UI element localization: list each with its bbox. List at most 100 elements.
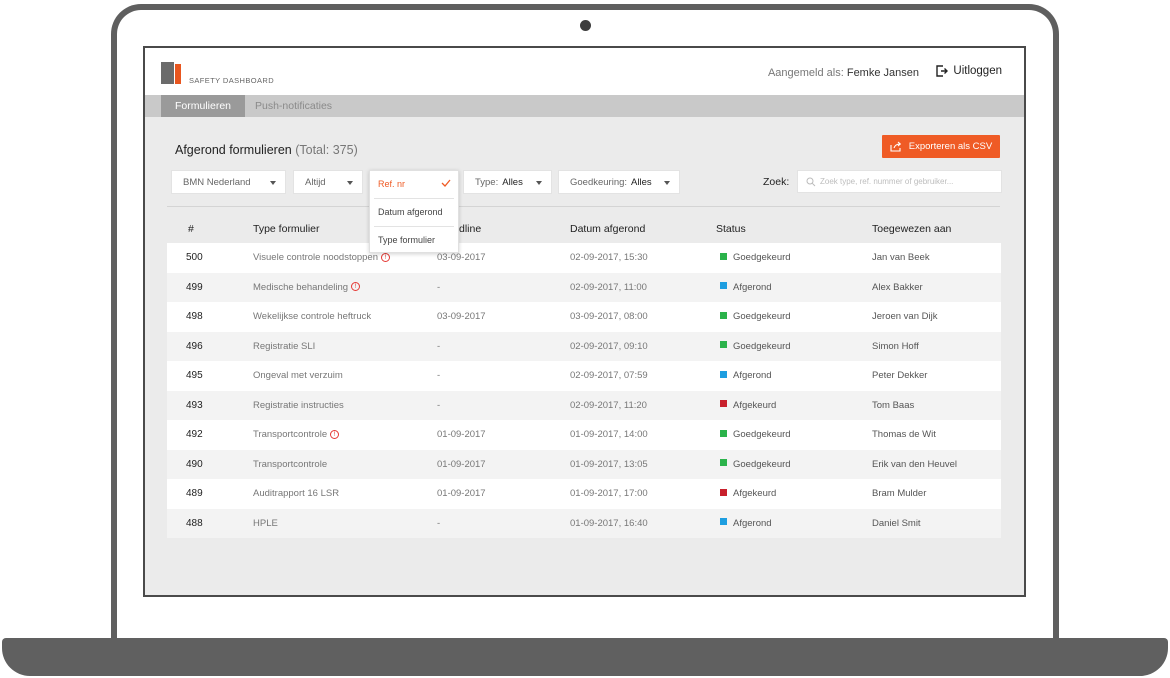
row-deadline: 01-09-2017 xyxy=(437,458,486,470)
approval-filter-label: Goedkeuring: xyxy=(570,176,628,188)
page-title-text: Afgerond formulieren xyxy=(175,143,292,157)
column-header-status[interactable]: Status xyxy=(716,223,746,235)
row-status: Goedgekeurd xyxy=(720,450,791,480)
row-form-type-label: Ongeval met verzuim xyxy=(253,370,343,381)
row-form-type: Auditrapport 16 LSR xyxy=(253,479,339,509)
column-header-completed[interactable]: Datum afgerond xyxy=(570,223,645,235)
row-status: Afgerond xyxy=(720,361,772,391)
row-deadline: - xyxy=(437,281,441,293)
table-row[interactable]: 493 Registratie instructies - 02-09-2017, 1… xyxy=(167,390,1001,420)
row-assignee: Daniel Smit xyxy=(872,517,921,529)
organisation-value: BMN Nederland xyxy=(183,176,251,188)
row-assignee: Erik van den Heuvel xyxy=(872,458,958,470)
row-status: Afgerond xyxy=(720,273,772,303)
logo-text: SAFETY DASHBOARD xyxy=(189,76,275,85)
row-deadline: - xyxy=(437,399,441,411)
status-indicator-icon xyxy=(720,282,727,290)
row-assignee: Simon Hoff xyxy=(872,340,919,352)
filter-divider xyxy=(167,206,1000,207)
period-filter[interactable]: Altijd xyxy=(293,170,363,194)
table-row[interactable]: 495 Ongeval met verzuim - 02-09-2017, 07:59… xyxy=(167,361,1001,391)
row-completed-date: 01-09-2017, 14:00 xyxy=(570,429,648,440)
row-form-type: HPLE xyxy=(253,509,278,539)
tab-formulieren[interactable]: Formulieren xyxy=(161,95,246,117)
column-header-deadline[interactable]: dline xyxy=(459,223,481,235)
row-deadline: 03-09-2017 xyxy=(437,311,486,322)
row-deadline: 01-09-2017 xyxy=(437,429,486,440)
chevron-down-icon xyxy=(347,181,353,185)
row-status-label: Goedgekeurd xyxy=(733,311,791,322)
row-status-label: Goedgekeurd xyxy=(733,252,791,263)
row-status-label: Afgerond xyxy=(733,281,772,293)
row-ref-number: 496 xyxy=(186,340,203,352)
row-completed-date: 02-09-2017, 11:20 xyxy=(570,399,647,411)
row-assignee: Peter Dekker xyxy=(872,370,928,381)
row-deadline: - xyxy=(437,370,441,381)
row-form-type-label: HPLE xyxy=(253,517,278,529)
status-indicator-icon xyxy=(720,370,727,378)
column-header-type[interactable]: Type formulier xyxy=(253,223,320,235)
row-assignee: Thomas de Wit xyxy=(872,429,936,440)
sort-option-ref-nr[interactable]: Ref. nr xyxy=(370,171,458,198)
table-row[interactable]: 496 Registratie SLI - 02-09-2017, 09:10 Goed… xyxy=(167,331,1001,361)
status-indicator-icon xyxy=(720,459,727,467)
table-row[interactable]: 490 Transportcontrole 01-09-2017 01-09-2017… xyxy=(167,449,1001,480)
row-deadline: 01-09-2017 xyxy=(437,488,486,499)
export-label: Exporteren als CSV xyxy=(908,141,993,152)
sort-option-type-formulier[interactable]: Type formulier xyxy=(370,227,458,254)
status-indicator-icon xyxy=(720,252,727,260)
status-indicator-icon xyxy=(720,518,727,526)
table-row[interactable]: 489 Auditrapport 16 LSR 01-09-2017 01-09-20… xyxy=(167,479,1001,509)
row-completed-date: 02-09-2017, 11:00 xyxy=(570,281,647,293)
row-completed-date: 01-09-2017, 13:05 xyxy=(570,458,648,470)
table-row[interactable]: 492 Transportcontrole! 01-09-2017 01-09-201… xyxy=(167,420,1001,450)
search-label: Zoek: xyxy=(763,176,790,188)
table-row[interactable]: 499 Medische behandeling! - 02-09-2017, 11:… xyxy=(167,272,1001,303)
row-ref-number: 492 xyxy=(186,429,203,440)
logged-in-user: Aangemeld als: Femke Jansen xyxy=(768,67,919,79)
export-csv-button[interactable]: Exporteren als CSV xyxy=(882,135,1000,158)
row-form-type-label: Auditrapport 16 LSR xyxy=(253,488,340,499)
organisation-filter[interactable]: BMN Nederland xyxy=(171,170,286,194)
row-completed-date: 02-09-2017, 09:10 xyxy=(570,340,648,352)
type-filter[interactable]: Type: Alles xyxy=(463,170,552,194)
table-row[interactable]: 500 Visuele controle noodstoppen! 03-09-20… xyxy=(167,243,1001,273)
search-input[interactable] xyxy=(820,173,998,190)
column-header-ref[interactable]: # xyxy=(188,223,194,235)
column-header-assignee[interactable]: Toegewezen aan xyxy=(872,223,951,235)
status-indicator-icon xyxy=(720,488,727,496)
chevron-down-icon xyxy=(664,181,670,185)
row-form-type-label: Registratie instructies xyxy=(253,399,344,411)
sort-option-label: Ref. nr xyxy=(378,179,406,189)
row-status: Afgerond xyxy=(720,509,772,539)
tab-push-notificaties[interactable]: Push-notificaties xyxy=(241,95,346,117)
camera-icon xyxy=(580,20,591,31)
logout-label: Uitloggen xyxy=(953,65,1002,77)
row-completed-date: 02-09-2017, 07:59 xyxy=(570,370,648,381)
row-assignee: Bram Mulder xyxy=(872,488,927,499)
warning-icon: ! xyxy=(381,252,391,262)
row-ref-number: 500 xyxy=(186,252,203,263)
logout-button[interactable]: Uitloggen xyxy=(936,65,1002,77)
table-row[interactable]: 488 HPLE - 01-09-2017, 16:40 Afgerond Daniel … xyxy=(167,508,1001,539)
logo-icon xyxy=(161,62,183,84)
row-form-type: Transportcontrole! xyxy=(253,420,340,450)
chevron-down-icon xyxy=(536,181,542,185)
row-completed-date: 01-09-2017, 17:00 xyxy=(570,488,648,499)
row-deadline: - xyxy=(437,517,441,529)
search-box xyxy=(797,170,1002,193)
sort-option-datum-afgerond[interactable]: Datum afgerond xyxy=(370,199,458,226)
row-status-label: Goedgekeurd xyxy=(733,458,791,470)
table-row[interactable]: 498 Wekelijkse controle heftruck 03-09-201… xyxy=(167,302,1001,332)
row-form-type: Ongeval met verzuim xyxy=(253,361,343,391)
row-status: Goedgekeurd xyxy=(720,243,791,273)
approval-filter[interactable]: Goedkeuring: Alles xyxy=(558,170,680,194)
checkmark-icon xyxy=(441,179,451,187)
search-icon xyxy=(806,177,816,187)
share-icon xyxy=(890,141,901,152)
status-indicator-icon xyxy=(720,341,727,349)
row-status: Goedgekeurd xyxy=(720,302,791,332)
row-assignee: Tom Baas xyxy=(872,399,915,411)
row-status-label: Afgekeurd xyxy=(733,488,777,499)
type-filter-value: Alles xyxy=(502,176,523,188)
